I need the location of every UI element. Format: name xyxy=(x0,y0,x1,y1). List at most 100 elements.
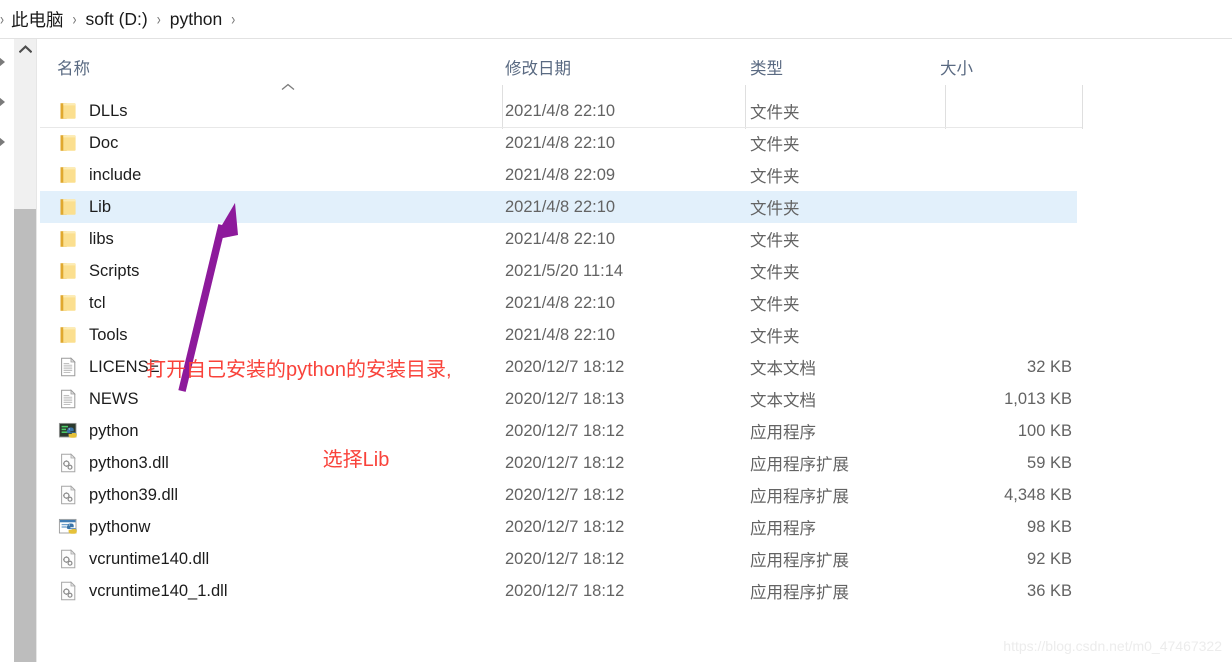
file-row[interactable]: Lib 2021/4/8 22:10 文件夹 xyxy=(40,191,1077,223)
file-row[interactable]: LICENSE 2020/12/7 18:12 文本文档 32 KB xyxy=(40,351,1077,383)
date-modified-label: 2021/4/8 22:10 xyxy=(505,101,616,120)
cell-name[interactable]: DLLs xyxy=(57,95,502,127)
file-name-label: python xyxy=(89,421,139,440)
file-type-label: 应用程序扩展 xyxy=(750,456,849,474)
cell-type: 文本文档 xyxy=(750,383,945,415)
file-name-label: tcl xyxy=(89,293,106,312)
date-modified-label: 2021/4/8 22:10 xyxy=(505,293,616,312)
cell-date-modified: 2020/12/7 18:13 xyxy=(505,383,745,415)
file-row[interactable]: pythonw 2020/12/7 18:12 应用程序 98 KB xyxy=(40,511,1077,543)
file-row[interactable]: libs 2021/4/8 22:10 文件夹 xyxy=(40,223,1077,255)
file-type-label: 文本文档 xyxy=(750,392,816,410)
cell-date-modified: 2020/12/7 18:12 xyxy=(505,479,745,511)
column-header-name[interactable]: 名称 xyxy=(57,39,502,88)
breadcrumb-item-this-pc[interactable]: 此电脑 xyxy=(11,7,64,32)
cell-name[interactable]: python3.dll xyxy=(57,447,502,479)
cell-type: 文件夹 xyxy=(750,127,945,159)
chevron-right-icon-3[interactable]: › xyxy=(231,11,235,27)
cell-name[interactable]: python39.dll xyxy=(57,479,502,511)
file-row[interactable]: DLLs 2021/4/8 22:10 文件夹 xyxy=(40,95,1077,127)
cell-size: 98 KB xyxy=(940,511,1077,543)
breadcrumb[interactable]: › 此电脑 › soft (D:) › python › xyxy=(0,0,1232,38)
file-row[interactable]: vcruntime140_1.dll 2020/12/7 18:12 应用程序扩展 3… xyxy=(40,575,1077,607)
file-name-label: include xyxy=(89,165,142,184)
file-name-label: python39.dll xyxy=(89,485,178,504)
cell-date-modified: 2020/12/7 18:12 xyxy=(505,447,745,479)
file-type-label: 应用程序扩展 xyxy=(750,584,849,602)
file-row[interactable]: include 2021/4/8 22:09 文件夹 xyxy=(40,159,1077,191)
file-name-label: Doc xyxy=(89,133,119,152)
vertical-scrollbar[interactable] xyxy=(14,39,36,662)
file-row[interactable]: tcl 2021/4/8 22:10 文件夹 xyxy=(40,287,1077,319)
chevron-right-icon-2: › xyxy=(156,9,161,29)
column-header-type[interactable]: 类型 xyxy=(750,39,945,88)
dll-icon xyxy=(57,452,79,474)
cell-name[interactable]: LICENSE xyxy=(57,351,502,383)
breadcrumb-item-soft-d[interactable]: soft (D:) xyxy=(86,9,148,30)
file-size-label: 92 KB xyxy=(1027,549,1072,568)
chevron-right-icon[interactable] xyxy=(0,56,8,68)
chevron-right-icon[interactable] xyxy=(0,136,8,148)
cell-date-modified: 2021/4/8 22:09 xyxy=(505,159,745,191)
column-header-row: 名称 修改日期 类型 大小 xyxy=(40,39,1232,129)
pythonw-app-icon xyxy=(57,516,79,538)
cell-date-modified: 2020/12/7 18:12 xyxy=(505,415,745,447)
cell-date-modified: 2020/12/7 18:12 xyxy=(505,351,745,383)
file-list-panel: 名称 修改日期 类型 大小 DLLs 2021/4/8 22:10 文件夹 Doc 20… xyxy=(40,39,1232,662)
cell-name[interactable]: pythonw xyxy=(57,511,502,543)
cell-type: 文件夹 xyxy=(750,191,945,223)
cell-name[interactable]: include xyxy=(57,159,502,191)
cell-size: 100 KB xyxy=(940,415,1077,447)
cell-name[interactable]: Scripts xyxy=(57,255,502,287)
file-row[interactable]: python3.dll 2020/12/7 18:12 应用程序扩展 59 KB xyxy=(40,447,1077,479)
file-type-label: 文件夹 xyxy=(750,232,800,250)
cell-date-modified: 2021/5/20 11:14 xyxy=(505,255,745,287)
cell-date-modified: 2021/4/8 22:10 xyxy=(505,287,745,319)
cell-name[interactable]: Tools xyxy=(57,319,502,351)
file-row[interactable]: Scripts 2021/5/20 11:14 文件夹 xyxy=(40,255,1077,287)
cell-size xyxy=(940,255,1077,287)
scroll-up-button[interactable] xyxy=(14,39,36,59)
cell-type: 应用程序 xyxy=(750,415,945,447)
file-name-label: python3.dll xyxy=(89,453,169,472)
file-row[interactable]: Doc 2021/4/8 22:10 文件夹 xyxy=(40,127,1077,159)
scrollbar-edge-rule xyxy=(36,39,37,662)
cell-date-modified: 2021/4/8 22:10 xyxy=(505,191,745,223)
column-header-date-modified[interactable]: 修改日期 xyxy=(505,39,745,88)
file-size-label: 32 KB xyxy=(1027,357,1072,376)
cell-name[interactable]: python xyxy=(57,415,502,447)
cell-name[interactable]: Lib xyxy=(57,191,502,223)
file-row[interactable]: Tools 2021/4/8 22:10 文件夹 xyxy=(40,319,1077,351)
file-type-label: 文件夹 xyxy=(750,168,800,186)
cell-size xyxy=(940,159,1077,191)
folder-icon xyxy=(57,324,79,346)
cell-date-modified: 2020/12/7 18:12 xyxy=(505,575,745,607)
date-modified-label: 2021/4/8 22:10 xyxy=(505,197,616,216)
cell-name[interactable]: tcl xyxy=(57,287,502,319)
column-header-size[interactable]: 大小 xyxy=(940,39,1077,88)
cell-name[interactable]: Doc xyxy=(57,127,502,159)
breadcrumb-item-python[interactable]: python xyxy=(170,9,223,30)
scrollbar-thumb[interactable] xyxy=(14,209,36,662)
cell-name[interactable]: vcruntime140.dll xyxy=(57,543,502,575)
cell-size xyxy=(940,191,1077,223)
cell-type: 应用程序扩展 xyxy=(750,543,945,575)
cell-name[interactable]: libs xyxy=(57,223,502,255)
cell-name[interactable]: vcruntime140_1.dll xyxy=(57,575,502,607)
cell-name[interactable]: NEWS xyxy=(57,383,502,415)
file-size-label: 4,348 KB xyxy=(1004,485,1072,504)
folder-icon xyxy=(57,292,79,314)
file-row[interactable]: python 2020/12/7 18:12 应用程序 100 KB xyxy=(40,415,1077,447)
cell-type: 应用程序扩展 xyxy=(750,447,945,479)
file-row[interactable]: vcruntime140.dll 2020/12/7 18:12 应用程序扩展 92 … xyxy=(40,543,1077,575)
file-name-label: LICENSE xyxy=(89,357,160,376)
file-size-label: 98 KB xyxy=(1027,517,1072,536)
dll-icon xyxy=(57,548,79,570)
file-row[interactable]: NEWS 2020/12/7 18:13 文本文档 1,013 KB xyxy=(40,383,1077,415)
file-name-label: vcruntime140.dll xyxy=(89,549,210,568)
cell-size xyxy=(940,95,1077,127)
file-type-label: 应用程序扩展 xyxy=(750,488,849,506)
chevron-right-icon[interactable] xyxy=(0,96,8,108)
chevron-right-icon-lead: › xyxy=(0,9,4,29)
file-row[interactable]: python39.dll 2020/12/7 18:12 应用程序扩展 4,348 K… xyxy=(40,479,1077,511)
